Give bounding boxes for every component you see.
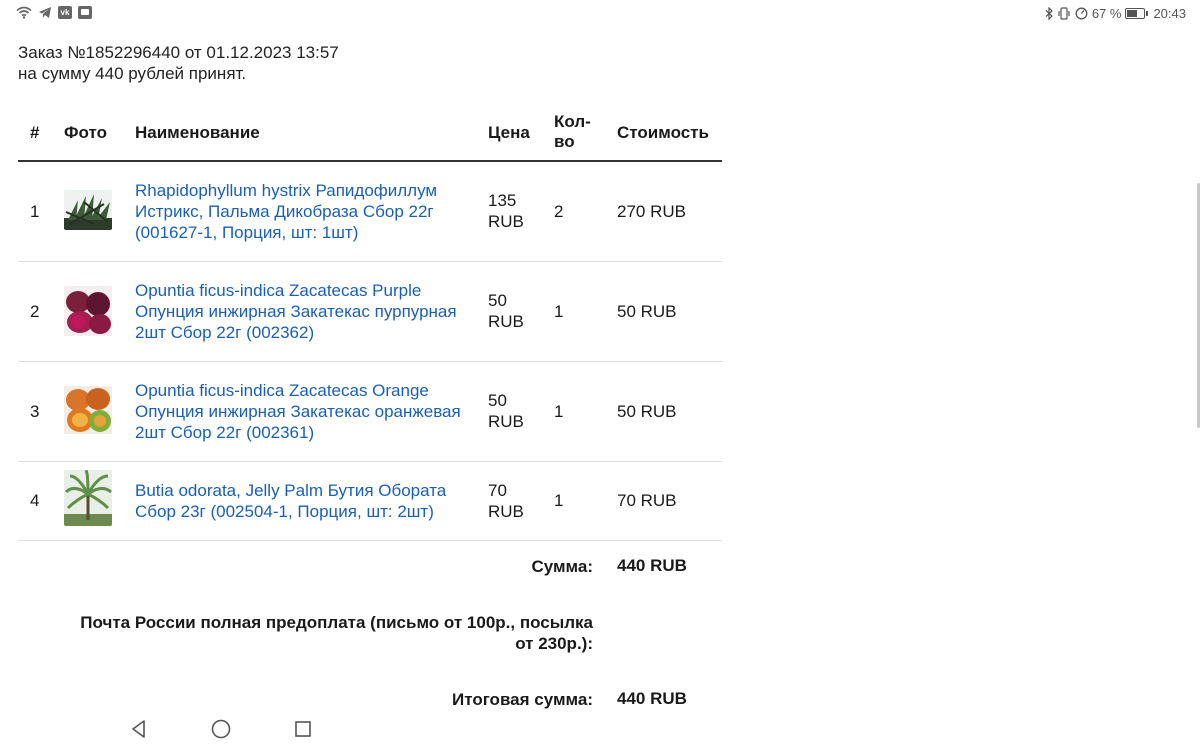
order-items-table: # Фото Наименование Цена Кол- во Стоимос… [18, 104, 722, 541]
sum-label: Сумма: [531, 557, 593, 576]
delivery-label-line1: Почта России полная предоплата (письмо о… [80, 613, 593, 632]
product-thumbnail[interactable] [64, 190, 112, 230]
table-header: # Фото Наименование Цена Кол- во Стоимос… [18, 104, 722, 162]
row-price: 70 RUB [488, 480, 548, 522]
product-link[interactable]: Butia odorata, Jelly Palm Бутия Обората … [135, 480, 480, 522]
home-button[interactable] [208, 716, 234, 742]
data-saver-icon [1075, 7, 1088, 20]
row-cost: 270 RUB [617, 202, 686, 221]
product-link[interactable]: Opuntia ficus-indica Zacatecas Orange Оп… [135, 380, 480, 443]
row-qty: 1 [554, 491, 564, 510]
price-unit: RUB [488, 412, 524, 431]
row-cost: 50 RUB [617, 302, 677, 321]
sum-value: 440 RUB [617, 556, 687, 575]
row-cost: 50 RUB [617, 402, 677, 421]
order-header: Заказ №1852296440 от 01.12.2023 13:57 на… [18, 42, 339, 84]
order-status: на сумму 440 рублей принят. [18, 64, 247, 83]
ok-icon [78, 6, 92, 19]
col-qty-line2: во [554, 132, 575, 151]
table-row: 4 Butia odorata, Jelly Palm Бутия Оборат… [18, 462, 722, 541]
home-circle-icon [211, 719, 231, 739]
navigation-bar [0, 710, 1200, 750]
product-link[interactable]: Rhapidophyllum hystrix Рапидофиллум Истр… [135, 180, 480, 243]
row-cost: 70 RUB [617, 491, 677, 510]
delivery-label: Почта России полная предоплата (письмо о… [40, 612, 593, 654]
vibrate-icon [1058, 7, 1070, 20]
price-value: 50 [488, 291, 507, 310]
purple-fruit-photo-icon [64, 286, 112, 336]
bluetooth-icon [1045, 7, 1053, 20]
row-price: 135 RUB [488, 190, 548, 232]
battery-icon [1125, 8, 1149, 19]
status-bar-left: vk [16, 6, 92, 19]
back-button[interactable] [126, 716, 152, 742]
price-value: 50 [488, 391, 507, 410]
table-row: 2 Opuntia ficus-indica Zacatecas Purple … [18, 262, 722, 362]
vk-icon: vk [58, 6, 72, 19]
row-qty: 1 [554, 302, 564, 321]
palm-photo-icon [64, 190, 112, 230]
price-unit: RUB [488, 502, 524, 521]
col-cost: Стоимость [617, 123, 709, 142]
col-price: Цена [488, 123, 530, 142]
orange-fruit-photo-icon [64, 386, 112, 434]
col-qty-line1: Кол- [554, 112, 591, 131]
table-row: 1 Rhapidophyllum hystrix Рапидофиллум Ис… [18, 162, 722, 262]
delivery-label-line2: от 230р.): [515, 634, 593, 653]
clock: 20:43 [1153, 6, 1186, 21]
table-row: 3 Opuntia ficus-indica Zacatecas Orange … [18, 362, 722, 462]
row-number: 1 [30, 202, 40, 221]
row-qty: 1 [554, 402, 564, 421]
price-unit: RUB [488, 212, 524, 231]
recents-square-icon [295, 721, 311, 737]
col-photo: Фото [64, 123, 107, 142]
product-link[interactable]: Opuntia ficus-indica Zacatecas Purple Оп… [135, 280, 480, 343]
status-bar-right: 67 % 20:43 [1045, 6, 1186, 21]
product-thumbnail[interactable] [64, 286, 112, 336]
status-bar: vk 67 % 20:43 [0, 0, 1200, 28]
battery-percent: 67 % [1091, 6, 1122, 21]
jelly-palm-photo-icon [64, 470, 112, 526]
price-value: 135 [488, 191, 517, 210]
total-value: 440 RUB [617, 689, 687, 708]
battery-fill [1127, 10, 1138, 17]
row-number: 3 [30, 402, 40, 421]
price-value: 70 [488, 481, 507, 500]
row-price: 50 RUB [488, 390, 548, 432]
wifi-icon [16, 6, 32, 19]
telegram-icon [39, 7, 51, 18]
row-price: 50 RUB [488, 290, 548, 332]
col-num: # [30, 123, 40, 142]
product-thumbnail[interactable] [64, 386, 112, 434]
row-qty: 2 [554, 202, 564, 221]
col-name: Наименование [135, 123, 260, 142]
order-title: Заказ №1852296440 от 01.12.2023 13:57 [18, 43, 339, 62]
back-triangle-icon [132, 720, 145, 738]
total-label: Итоговая сумма: [452, 690, 593, 709]
col-qty: Кол- во [554, 112, 591, 152]
recents-button[interactable] [290, 716, 316, 742]
row-number: 4 [30, 491, 40, 510]
row-number: 2 [30, 302, 40, 321]
product-thumbnail[interactable] [64, 470, 112, 526]
price-unit: RUB [488, 312, 524, 331]
